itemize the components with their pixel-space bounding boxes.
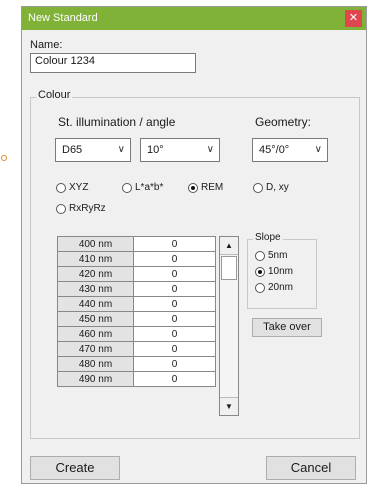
radio-label: 10nm (268, 266, 294, 277)
value-cell[interactable]: 0 (134, 237, 216, 252)
wavelength-cell: 430 nm (58, 282, 134, 297)
reflectance-table: 400 nm 0 410 nm 0 420 nm 0 430 nm 0 440 nm 0 … (57, 236, 216, 387)
illumination-label: St. illumination / angle (58, 115, 176, 129)
take-over-button[interactable]: Take over (252, 318, 322, 337)
radio-circle-icon (255, 250, 265, 261)
cancel-button[interactable]: Cancel (266, 456, 356, 480)
value-cell[interactable]: 0 (134, 267, 216, 282)
radio-label: REM (201, 182, 224, 193)
radio-circle-icon (56, 203, 66, 214)
radio-slope-10nm[interactable]: 10nm (255, 266, 293, 277)
radio-slope-20nm[interactable]: 20nm (255, 282, 293, 293)
table-row: 450 nm 0 (58, 312, 216, 327)
value-cell[interactable]: 0 (134, 327, 216, 342)
illuminant-value: D65 (62, 144, 83, 156)
value-cell[interactable]: 0 (134, 297, 216, 312)
table-row: 440 nm 0 (58, 297, 216, 312)
geometry-label: Geometry: (255, 115, 312, 129)
wavelength-cell: 470 nm (58, 342, 134, 357)
radio-circle-icon (253, 182, 263, 193)
table-row: 400 nm 0 (58, 237, 216, 252)
table-scrollbar[interactable]: ▲ ▼ (219, 236, 239, 416)
wavelength-cell: 450 nm (58, 312, 134, 327)
close-button[interactable]: ✕ (345, 10, 362, 27)
radio-rem[interactable]: REM (188, 182, 223, 193)
radio-lab[interactable]: L*a*b* (122, 182, 163, 193)
scroll-down-button[interactable]: ▼ (220, 397, 238, 415)
table-row: 470 nm 0 (58, 342, 216, 357)
radio-label: D, xy (266, 182, 289, 193)
chevron-down-icon: ∨ (117, 144, 125, 155)
window-title: New Standard (28, 12, 98, 24)
value-cell[interactable]: 0 (134, 357, 216, 372)
new-standard-dialog: New Standard ✕ Name: Colour 1234 Colour … (21, 6, 367, 484)
table-row: 430 nm 0 (58, 282, 216, 297)
radio-circle-icon (255, 282, 265, 293)
radio-circle-icon (56, 182, 66, 193)
geometry-value: 45°/0° (259, 144, 290, 156)
colour-group-title: Colour (36, 89, 73, 101)
scroll-thumb[interactable] (221, 256, 237, 280)
arrow-down-icon: ▼ (225, 402, 233, 411)
radio-selected-icon (255, 266, 265, 277)
wavelength-cell: 420 nm (58, 267, 134, 282)
wavelength-cell: 440 nm (58, 297, 134, 312)
wavelength-cell: 490 nm (58, 372, 134, 387)
radio-slope-5nm[interactable]: 5nm (255, 250, 287, 261)
value-cell[interactable]: 0 (134, 312, 216, 327)
create-button[interactable]: Create (30, 456, 120, 480)
title-bar: New Standard ✕ (22, 7, 366, 30)
radio-label: XYZ (69, 182, 89, 193)
table-row: 460 nm 0 (58, 327, 216, 342)
value-cell[interactable]: 0 (134, 342, 216, 357)
wavelength-cell: 480 nm (58, 357, 134, 372)
radio-label: 5nm (268, 250, 288, 261)
chevron-down-icon: ∨ (206, 144, 214, 155)
value-cell[interactable]: 0 (134, 282, 216, 297)
angle-value: 10° (147, 144, 164, 156)
wavelength-cell: 460 nm (58, 327, 134, 342)
wavelength-cell: 400 nm (58, 237, 134, 252)
arrow-up-icon: ▲ (225, 241, 233, 250)
radio-label: 20nm (268, 282, 294, 293)
name-label: Name: (30, 39, 63, 51)
radio-label: RxRyRz (69, 203, 106, 214)
radio-rxryrz[interactable]: RxRyRz (56, 203, 106, 214)
scroll-up-button[interactable]: ▲ (220, 237, 238, 255)
geometry-select[interactable]: 45°/0° ∨ (252, 138, 328, 162)
radio-dxy[interactable]: D, xy (253, 182, 289, 193)
angle-select[interactable]: 10° ∨ (140, 138, 220, 162)
table-row: 490 nm 0 (58, 372, 216, 387)
name-input[interactable]: Colour 1234 (30, 53, 196, 73)
slope-group-title: Slope (253, 232, 283, 243)
table-row: 420 nm 0 (58, 267, 216, 282)
accent-marker-icon (1, 155, 7, 161)
radio-circle-icon (122, 182, 132, 193)
value-cell[interactable]: 0 (134, 252, 216, 267)
illuminant-select[interactable]: D65 ∨ (55, 138, 131, 162)
table-row: 480 nm 0 (58, 357, 216, 372)
table-row: 410 nm 0 (58, 252, 216, 267)
radio-selected-icon (188, 182, 198, 193)
close-icon: ✕ (348, 12, 359, 24)
value-cell[interactable]: 0 (134, 372, 216, 387)
chevron-down-icon: ∨ (314, 144, 322, 155)
wavelength-cell: 410 nm (58, 252, 134, 267)
radio-xyz[interactable]: XYZ (56, 182, 88, 193)
radio-label: L*a*b* (135, 182, 164, 193)
